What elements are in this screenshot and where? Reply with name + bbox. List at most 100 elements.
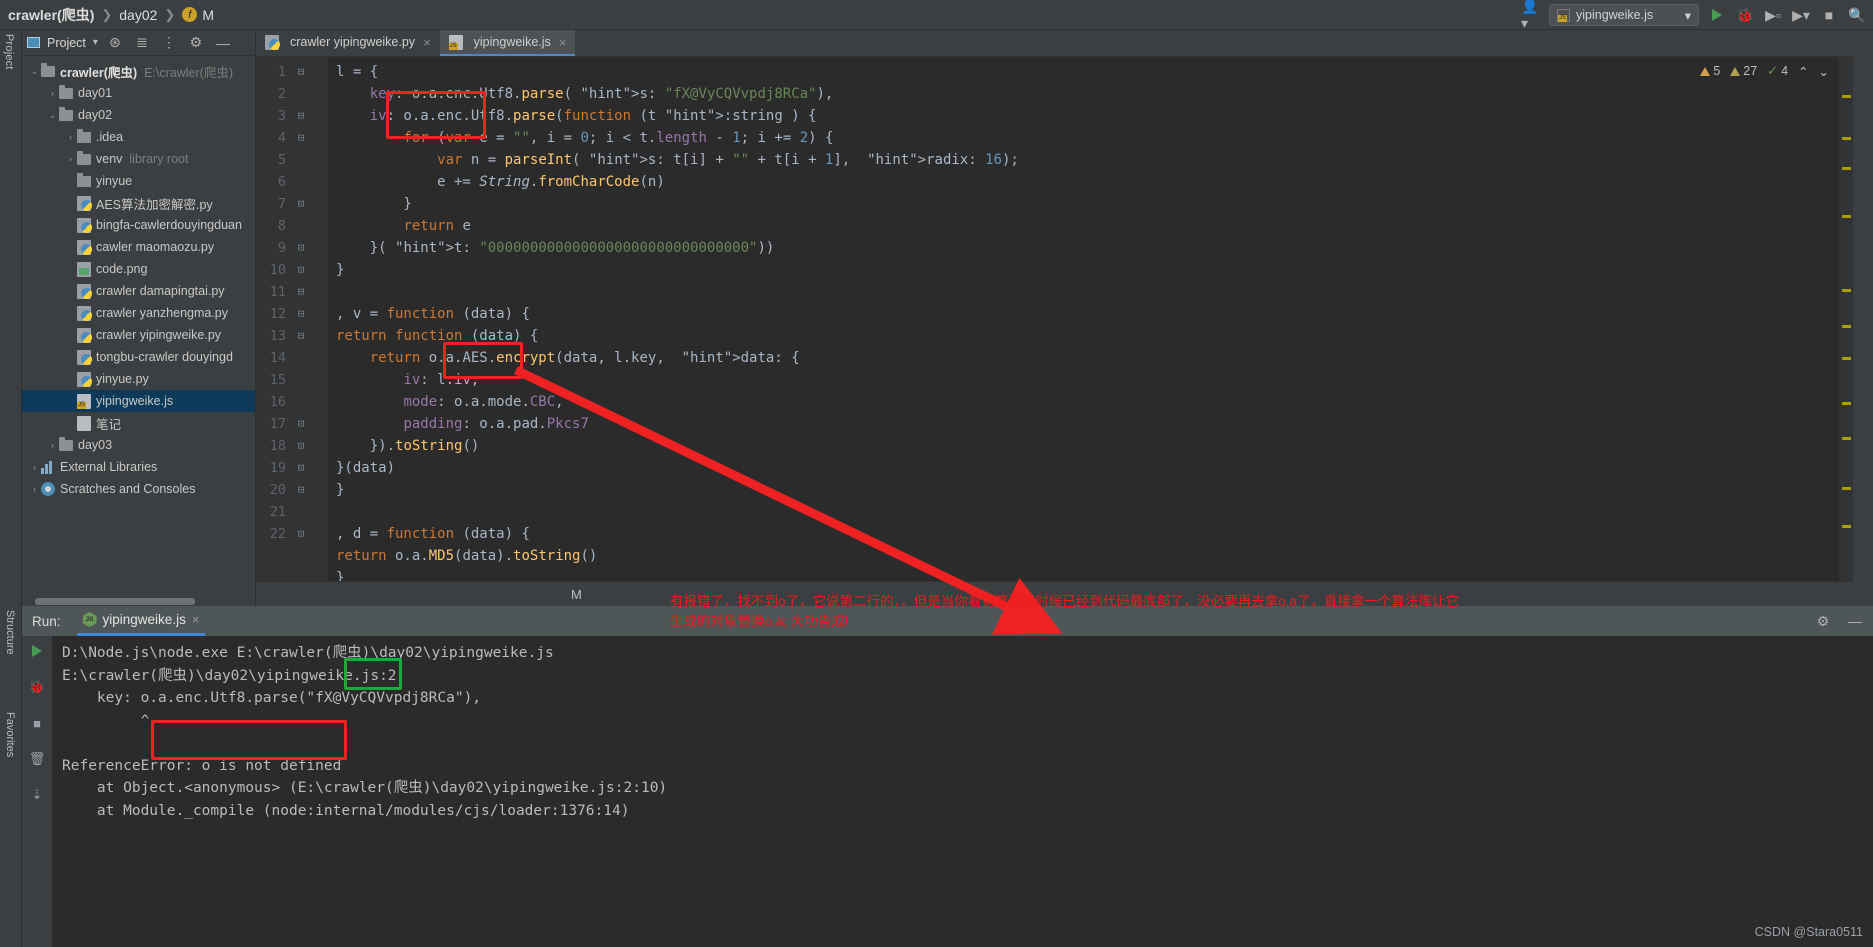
gutter-line[interactable]: 7 ⊡ xyxy=(256,193,328,215)
tree-item-day02[interactable]: ⌄ day02 xyxy=(22,104,255,126)
tree-item-cawler-maomaozu-py[interactable]: cawler maomaozu.py xyxy=(22,236,255,258)
code-fold-icon[interactable]: ⊡ xyxy=(292,193,310,215)
code-fold-icon[interactable]: ⊡ xyxy=(292,413,310,435)
chevron-down-icon[interactable]: ▾ xyxy=(93,37,98,48)
code-fold-icon[interactable]: ⊡ xyxy=(292,457,310,479)
chevron-right-icon[interactable]: › xyxy=(64,132,77,142)
gutter-line[interactable]: 21 xyxy=(256,501,328,523)
rerun-icon[interactable] xyxy=(28,642,46,660)
gutter-line[interactable]: 8 xyxy=(256,215,328,237)
gutter-line[interactable]: 2 xyxy=(256,83,328,105)
chevron-down-icon[interactable]: ⌄ xyxy=(1819,64,1829,79)
gear-icon[interactable]: ⚙ xyxy=(1813,611,1833,631)
gutter-line[interactable]: 16 xyxy=(256,391,328,413)
expand-all-icon[interactable]: ⋮ xyxy=(159,33,179,53)
debug-icon[interactable]: 🐞 xyxy=(1735,5,1755,25)
close-icon[interactable]: × xyxy=(559,35,567,50)
scroll-to-end-icon[interactable]: ⇣ xyxy=(28,786,46,804)
code-fold-icon[interactable]: ⊟ xyxy=(292,325,310,347)
breadcrumb-folder[interactable]: day02 xyxy=(119,7,157,23)
code-fold-icon[interactable]: ⊡ xyxy=(292,435,310,457)
code-fold-icon[interactable]: ⊟ xyxy=(292,127,310,149)
profile-icon[interactable]: ▶▾ xyxy=(1791,5,1811,25)
code-fold-icon[interactable]: ⊡ xyxy=(292,259,310,281)
breadcrumb-project[interactable]: crawler(爬虫) xyxy=(8,5,94,25)
editor-tab-crawler-yipingweike-py[interactable]: crawler yipingweike.py × xyxy=(256,30,440,56)
tree-item-external-libraries[interactable]: › External Libraries xyxy=(22,456,255,478)
gutter-line[interactable]: 3 ⊟ xyxy=(256,105,328,127)
tree-item--idea[interactable]: › .idea xyxy=(22,126,255,148)
locate-icon[interactable]: ⊛ xyxy=(105,33,125,53)
gutter-line[interactable]: 18 ⊡ xyxy=(256,435,328,457)
stop-icon[interactable]: ■ xyxy=(1819,5,1839,25)
code-editor[interactable]: l = { key: o.a.enc.Utf8.parse( "hint">s:… xyxy=(328,57,1839,581)
stop-icon[interactable]: ■ xyxy=(28,714,46,732)
search-icon[interactable]: 🔍 xyxy=(1847,5,1867,25)
gutter-line[interactable]: 13 ⊟ xyxy=(256,325,328,347)
gutter-line[interactable]: 9 ⊡ xyxy=(256,237,328,259)
console-output[interactable]: D:\Node.js\node.exe E:\crawler(爬虫)\day02… xyxy=(52,636,1873,947)
coverage-icon[interactable]: ▶▫ xyxy=(1763,5,1783,25)
project-file-tree[interactable]: ⌄ crawler(爬虫) E:\crawler(爬虫) › day01 ⌄ day02 ›.… xyxy=(22,56,255,597)
code-fold-icon[interactable]: ⊟ xyxy=(292,105,310,127)
breadcrumb-symbol[interactable]: M xyxy=(202,7,214,23)
tree-item-bingfa-cawlerdouyingduan[interactable]: bingfa-cawlerdouyingduan xyxy=(22,214,255,236)
code-fold-icon[interactable]: ⊡ xyxy=(292,237,310,259)
run-configuration-selector[interactable]: yipingweike.js ▾ xyxy=(1549,4,1699,26)
gutter-line[interactable]: 20 ⊟ xyxy=(256,479,328,501)
code-fold-icon[interactable]: ⊟ xyxy=(292,61,310,83)
close-icon[interactable]: × xyxy=(192,612,200,627)
code-fold-icon[interactable]: ⊡ xyxy=(292,523,310,545)
editor-tab-yipingweike-js[interactable]: yipingweike.js × xyxy=(439,30,576,56)
debug-icon[interactable]: 🐞 xyxy=(28,678,46,696)
tree-item-crawler-yanzhengma-py[interactable]: crawler yanzhengma.py xyxy=(22,302,255,324)
collapse-all-icon[interactable]: ≣ xyxy=(132,33,152,53)
warnings-count[interactable]: 5 xyxy=(1700,64,1720,78)
tree-item--[interactable]: 笔记 xyxy=(22,412,255,434)
user-icon[interactable]: 👤▾ xyxy=(1521,0,1541,31)
favorites-tool-label[interactable]: Favorites xyxy=(4,712,16,757)
gutter-line[interactable]: 12 ⊟ xyxy=(256,303,328,325)
chevron-up-icon[interactable]: ⌃ xyxy=(1798,64,1808,79)
settings-gear-icon[interactable]: ⚙ xyxy=(186,33,206,53)
typos-count[interactable]: ✓ 4 xyxy=(1767,63,1788,79)
gutter-line[interactable]: 1 ⊟ xyxy=(256,61,328,83)
chevron-right-icon[interactable]: › xyxy=(28,484,41,494)
trash-icon[interactable]: 🗑 xyxy=(28,750,46,768)
gutter-line[interactable]: 17 ⊡ xyxy=(256,413,328,435)
gutter-line[interactable]: 6 xyxy=(256,171,328,193)
tree-item-yinyue[interactable]: yinyue xyxy=(22,170,255,192)
minimize-icon[interactable]: — xyxy=(1845,611,1865,631)
tool-window-project-label[interactable]: Project xyxy=(3,34,15,70)
inspection-widget[interactable]: 5 27 ✓ 4 ⌃ ⌄ xyxy=(1700,63,1829,79)
code-fold-icon[interactable]: ⊟ xyxy=(292,479,310,501)
project-horizontal-scrollbar[interactable] xyxy=(22,597,255,606)
hide-panel-icon[interactable]: — xyxy=(213,33,233,53)
close-icon[interactable]: × xyxy=(423,35,431,50)
tree-item-code-png[interactable]: code.png xyxy=(22,258,255,280)
chevron-down-icon[interactable]: ▾ xyxy=(1685,8,1691,23)
gutter-line[interactable]: 4 ⊟ xyxy=(256,127,328,149)
gutter-line[interactable]: 15 xyxy=(256,369,328,391)
editor-marker-gutter[interactable] xyxy=(1839,57,1853,581)
tree-item-crawler-damapingtai-py[interactable]: crawler damapingtai.py xyxy=(22,280,255,302)
tree-item-aes-py[interactable]: AES算法加密解密.py xyxy=(22,192,255,214)
gutter-line[interactable]: 22 ⊡ xyxy=(256,523,328,545)
tree-item-tongbu-crawler-douyingd[interactable]: tongbu-crawler douyingd xyxy=(22,346,255,368)
run-tab-yipingweike[interactable]: yipingweike.js × xyxy=(76,606,206,636)
gutter-line[interactable]: 19 ⊡ xyxy=(256,457,328,479)
gutter-line[interactable]: 5 xyxy=(256,149,328,171)
gutter-line[interactable]: 14 xyxy=(256,347,328,369)
tree-item-yipingweike-js[interactable]: yipingweike.js xyxy=(22,390,255,412)
code-fold-icon[interactable]: ⊟ xyxy=(292,303,310,325)
tree-item-crawler-yipingweike-py[interactable]: crawler yipingweike.py xyxy=(22,324,255,346)
tree-item-venv[interactable]: › venv library root xyxy=(22,148,255,170)
tree-item-day03[interactable]: › day03 xyxy=(22,434,255,456)
chevron-right-icon[interactable]: › xyxy=(46,88,59,98)
chevron-down-icon[interactable]: ⌄ xyxy=(28,66,41,77)
chevron-down-icon[interactable]: ⌄ xyxy=(46,110,59,121)
gutter-line[interactable]: 11 ⊟ xyxy=(256,281,328,303)
editor-gutter[interactable]: 1 ⊟ 2 3 ⊟ 4 ⊟ 5 6 7 ⊡ 8 9 ⊡ 10 ⊡ 11 ⊟ 12 ⊟ 13 ⊟ 14 15 16 17 ⊡ 18 ⊡ 19… xyxy=(256,57,328,581)
tree-item-scratches-and-consoles[interactable]: › Scratches and Consoles xyxy=(22,478,255,500)
scrollbar-thumb[interactable] xyxy=(35,598,195,605)
